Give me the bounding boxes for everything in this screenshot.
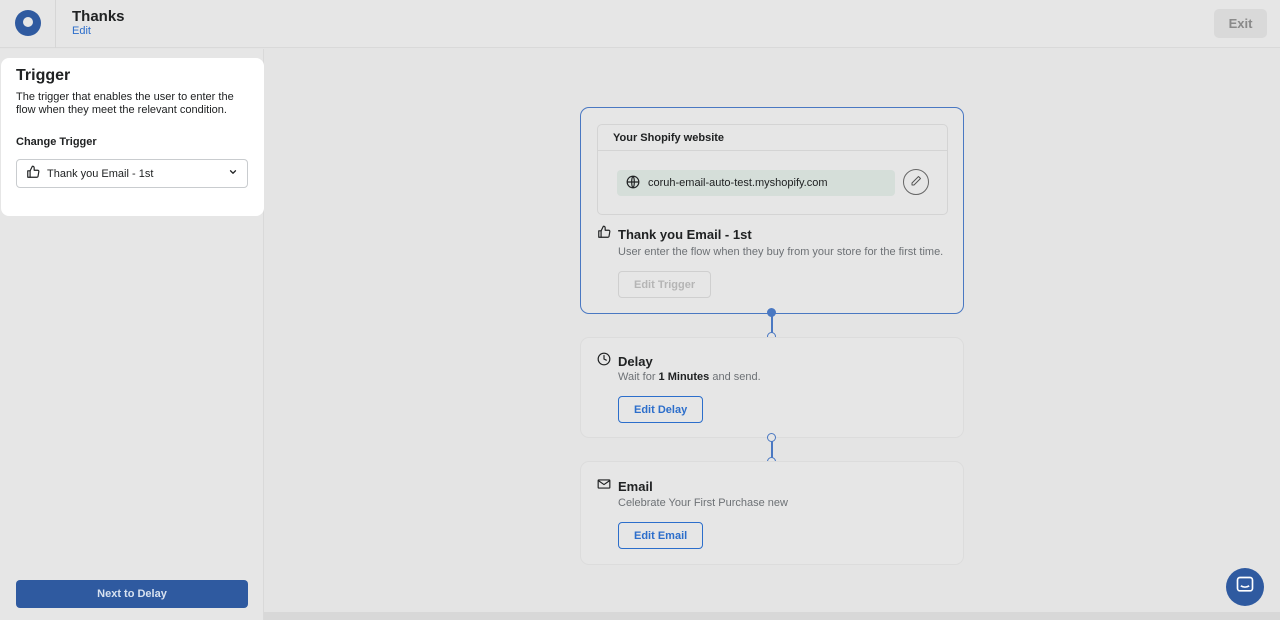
email-step-description: Celebrate Your First Purchase new [618, 497, 788, 509]
delay-step-header: Delay [597, 352, 653, 371]
edit-shop-button[interactable] [903, 169, 929, 195]
shop-url: coruh-email-auto-test.myshopify.com [648, 177, 828, 189]
chat-launcher-button[interactable] [1226, 568, 1264, 606]
next-to-delay-button[interactable]: Next to Delay [16, 580, 248, 608]
edit-trigger-button[interactable]: Edit Trigger [618, 271, 712, 298]
panel-title: Trigger [16, 67, 71, 84]
flow-title: Thanks [72, 8, 125, 25]
delay-step-card[interactable]: Delay Wait for 1 Minutes and send. Edit … [580, 337, 964, 438]
panel-description: The trigger that enables the user to ent… [16, 91, 234, 116]
mail-icon [597, 477, 611, 496]
shopify-website-header: Your Shopify website [598, 125, 947, 151]
email-step-header: Email [597, 477, 653, 496]
pencil-icon [910, 175, 922, 190]
shopify-website-box: Your Shopify website coruh-email-auto-te… [597, 124, 948, 215]
email-step-title: Email [618, 479, 653, 494]
clock-icon [597, 352, 611, 371]
exit-button[interactable]: Exit [1214, 9, 1267, 38]
app-logo[interactable] [15, 10, 41, 36]
delay-desc-prefix: Wait for [618, 371, 659, 383]
email-step-card[interactable]: Email Celebrate Your First Purchase new … [580, 461, 964, 565]
thumbs-up-icon [26, 165, 40, 182]
edit-delay-button[interactable]: Edit Delay [618, 396, 704, 423]
trigger-select[interactable]: Thank you Email - 1st [16, 159, 248, 188]
shop-url-field: coruh-email-auto-test.myshopify.com [617, 170, 895, 196]
delay-step-description: Wait for 1 Minutes and send. [618, 371, 761, 383]
delay-desc-suffix: and send. [709, 371, 761, 383]
edit-email-button[interactable]: Edit Email [618, 522, 704, 549]
trigger-settings-card: Trigger The trigger that enables the use… [1, 58, 264, 216]
trigger-step-description: User enter the flow when they buy from y… [618, 246, 944, 258]
bottom-strip [264, 612, 1280, 620]
connector-handle-out[interactable] [767, 308, 776, 317]
delay-step-title: Delay [618, 354, 653, 369]
globe-icon [626, 175, 640, 192]
trigger-step-card[interactable]: Your Shopify website coruh-email-auto-te… [580, 107, 964, 314]
thumbs-up-icon [597, 225, 611, 244]
change-trigger-label: Change Trigger [16, 136, 97, 148]
trigger-step-header: Thank you Email - 1st [597, 225, 752, 244]
chevron-down-icon [228, 167, 238, 180]
trigger-step-title: Thank you Email - 1st [618, 227, 752, 242]
connector-handle-out[interactable] [767, 433, 776, 442]
top-bar: Thanks Edit Exit [0, 0, 1280, 48]
delay-desc-value: 1 Minutes [658, 371, 710, 383]
chat-icon [1235, 575, 1255, 600]
flow-edit-link[interactable]: Edit [72, 25, 91, 37]
logo-container [0, 0, 56, 48]
trigger-select-value: Thank you Email - 1st [47, 167, 154, 180]
